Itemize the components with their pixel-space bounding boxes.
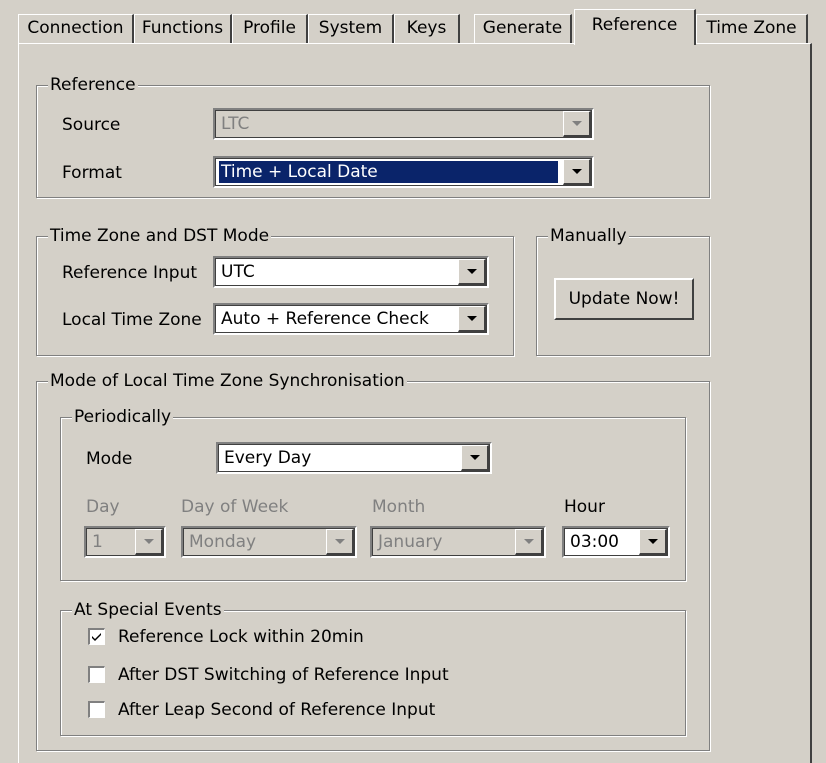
tab-page-reference bbox=[18, 43, 812, 763]
tab-system[interactable]: System bbox=[308, 14, 394, 43]
tab-reference[interactable]: Reference bbox=[574, 9, 696, 45]
tab-profile[interactable]: Profile bbox=[232, 14, 308, 43]
tab-generate[interactable]: Generate bbox=[474, 14, 572, 43]
tab-functions[interactable]: Functions bbox=[134, 14, 232, 43]
tab-time-zone[interactable]: Time Zone bbox=[696, 14, 808, 43]
tab-connection[interactable]: Connection bbox=[18, 14, 134, 43]
tab-keys[interactable]: Keys bbox=[394, 14, 460, 43]
